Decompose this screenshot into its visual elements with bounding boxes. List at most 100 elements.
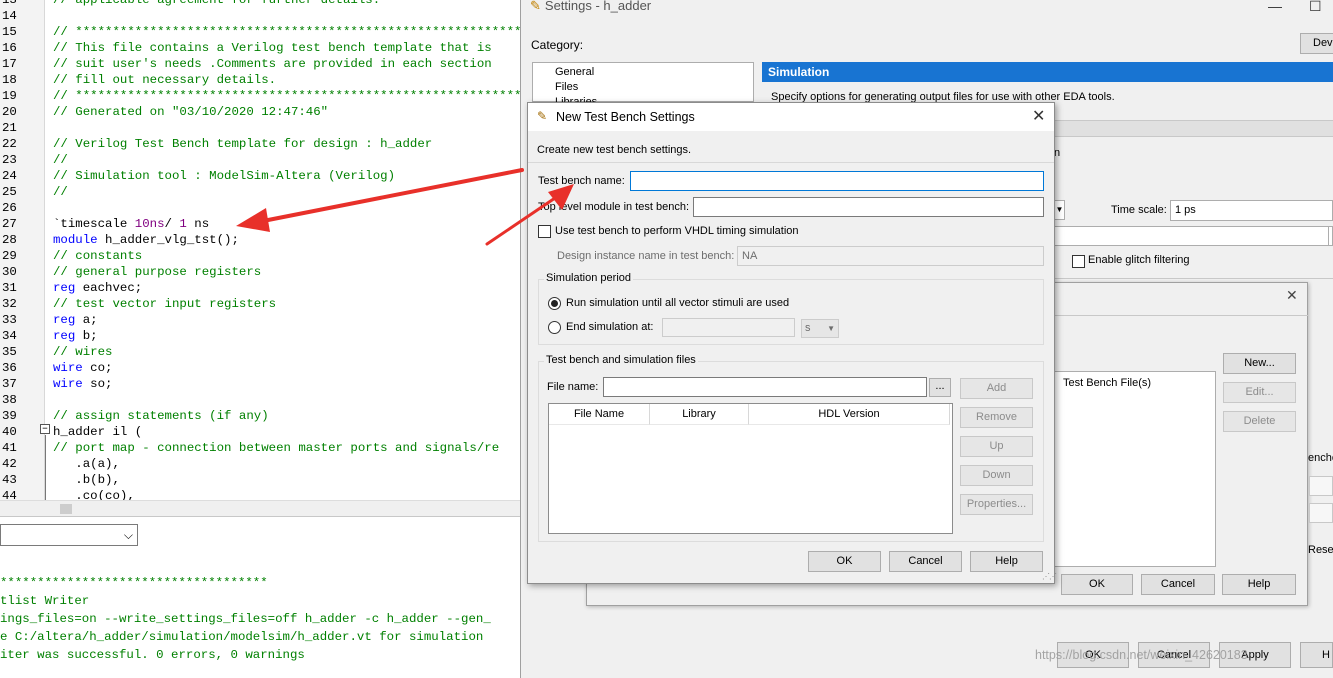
design-instance-input[interactable]: NA [737,246,1044,266]
message-line[interactable]: iter was successful. 0 errors, 0 warning… [0,646,305,664]
line-number: 14 [2,9,17,23]
category-tree[interactable]: General Files Libraries [532,62,754,102]
category-item-general[interactable]: General [555,66,594,78]
code-line[interactable]: 17 // suit user's needs .Comments are pro… [0,56,520,72]
field-fragment[interactable] [1309,476,1333,496]
code-line[interactable]: 18 // fill out necessary details. [0,72,520,88]
code-line[interactable]: 15 // ***********************************… [0,24,520,40]
settings-window-title: ✎ Settings - h_adder [530,0,652,13]
vhdl-timing-checkbox[interactable] [538,225,551,238]
code-line[interactable]: 26 [0,200,520,216]
code-line[interactable]: 14 [0,8,520,24]
code-line[interactable]: 22 // Verilog Test Bench template for des… [0,136,520,152]
ntb-help-button[interactable]: Help [970,551,1043,572]
code-line[interactable]: 25 // [0,184,520,200]
code-line[interactable]: 19 // ***********************************… [0,88,520,104]
code-line[interactable]: 41 // port map - connection between maste… [0,440,520,456]
code-line[interactable]: 31 reg eachvec; [0,280,520,296]
run-until-stimuli-radio[interactable] [548,297,561,310]
new-test-bench-button[interactable]: New... [1223,353,1296,374]
file-name-input[interactable] [603,377,927,397]
code-line[interactable]: 36 wire co; [0,360,520,376]
edit-test-bench-button[interactable]: Edit... [1223,382,1296,403]
file-properties-button[interactable]: Properties... [960,494,1033,515]
code-editor[interactable]: 13 // applicable agreement for further de… [0,0,520,500]
end-simulation-radio[interactable] [548,321,561,334]
code-line[interactable]: 33 reg a; [0,312,520,328]
device-options-button[interactable]: Devi [1300,33,1333,54]
code-line[interactable]: 32 // test vector input registers [0,296,520,312]
minimize-icon[interactable]: — [1268,0,1282,14]
editor-horizontal-scrollbar[interactable] [0,500,520,516]
browse-button-fragment[interactable] [1328,226,1333,246]
code-line[interactable]: 16 // This file contains a Verilog test b… [0,40,520,56]
settings-help-button[interactable]: H [1300,642,1333,668]
test-benches-help-button[interactable]: Help [1222,574,1296,595]
remove-file-button[interactable]: Remove [960,407,1033,428]
test-bench-name-input[interactable] [630,171,1044,191]
code-line[interactable]: 29 // constants [0,248,520,264]
test-bench-files-list[interactable] [1054,371,1216,567]
code-line[interactable]: 38 [0,392,520,408]
column-header-library[interactable]: Library [650,404,749,425]
format-dropdown[interactable]: ▼ [1054,200,1065,220]
message-line[interactable]: e C:/altera/h_adder/simulation/modelsim/… [0,628,483,646]
line-number: 26 [2,201,17,215]
reset-button-fragment[interactable]: Rese [1308,544,1333,556]
close-icon[interactable]: ✕ [1286,287,1298,304]
code-line[interactable]: 21 [0,120,520,136]
code-line[interactable]: 35 // wires [0,344,520,360]
vhdl-timing-label: Use test bench to perform VHDL timing si… [555,225,799,237]
code-text: reg b; [53,328,98,344]
ntb-ok-button[interactable]: OK [808,551,881,572]
move-down-button[interactable]: Down [960,465,1033,486]
code-line[interactable]: 27 `timescale 10ns/ 1 ns [0,216,520,232]
test-benches-cancel-button[interactable]: Cancel [1141,574,1215,595]
code-token: .co(co), [53,489,135,500]
move-up-button[interactable]: Up [960,436,1033,457]
code-line[interactable]: 23 // [0,152,520,168]
delete-test-bench-button[interactable]: Delete [1223,411,1296,432]
output-directory-input[interactable] [1054,226,1330,246]
code-line[interactable]: 30 // general purpose registers [0,264,520,280]
code-line[interactable]: 44 .co(co), [0,488,520,500]
code-text: .a(a), [53,456,120,472]
category-item-files[interactable]: Files [555,81,578,93]
maximize-icon[interactable]: ☐ [1309,0,1322,15]
end-simulation-unit-select[interactable]: s ▼ [801,319,839,338]
code-line[interactable]: 24 // Simulation tool : ModelSim-Altera (… [0,168,520,184]
code-line[interactable]: 39 // assign statements (if any) [0,408,520,424]
code-text: // fill out necessary details. [53,72,276,88]
message-line[interactable]: tlist Writer [0,592,89,610]
column-header-file-name[interactable]: File Name [549,404,650,425]
code-line[interactable]: 13 // applicable agreement for further de… [0,0,520,8]
glitch-filtering-checkbox[interactable] [1072,255,1085,268]
message-line[interactable]: ************************************ [0,574,268,592]
close-icon[interactable]: ✕ [1032,106,1045,126]
time-scale-select[interactable]: 1 ps [1170,200,1333,221]
code-line[interactable]: 42 .a(a), [0,456,520,472]
browse-button[interactable]: ... [929,378,951,397]
code-line[interactable]: 40 h_adder il ( [0,424,520,440]
code-line[interactable]: 28 module h_adder_vlg_tst(); [0,232,520,248]
line-number: 16 [2,41,17,55]
ntb-cancel-button[interactable]: Cancel [889,551,962,572]
code-line[interactable]: 20 // Generated on "03/10/2020 12:47:46" [0,104,520,120]
code-line[interactable]: 34 reg b; [0,328,520,344]
field-fragment[interactable] [1309,503,1333,523]
resize-grip-icon[interactable]: ⋰⋰ [1042,572,1057,581]
code-line[interactable]: 37 wire so; [0,376,520,392]
scrollbar-thumb[interactable] [60,504,72,514]
fold-toggle-icon[interactable]: − [40,424,50,434]
top-level-module-input[interactable] [693,197,1044,217]
simulation-files-table[interactable]: File Name Library HDL Version [548,403,953,534]
line-number: 30 [2,265,17,279]
column-header-hdl-version[interactable]: HDL Version [749,404,950,425]
add-file-button[interactable]: Add [960,378,1033,399]
test-benches-ok-button[interactable]: OK [1061,574,1133,595]
message-filter-select[interactable]: ⌵ [0,524,138,546]
end-simulation-time-input[interactable] [662,318,795,337]
message-line[interactable]: ings_files=on --write_settings_files=off… [0,610,491,628]
code-line[interactable]: 43 .b(b), [0,472,520,488]
line-number: 20 [2,105,17,119]
